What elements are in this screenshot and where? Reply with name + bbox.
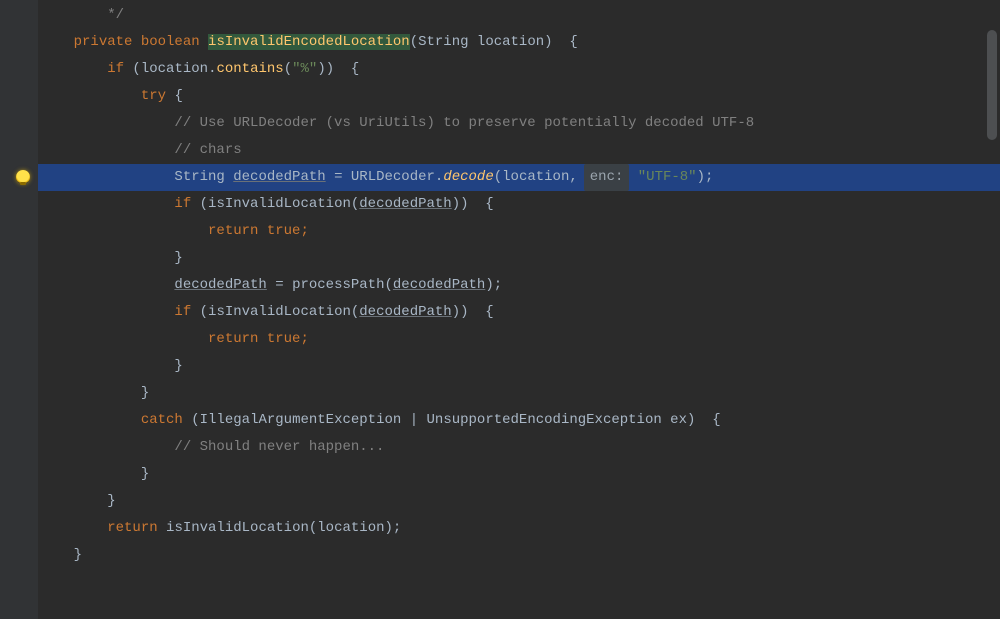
code-editor[interactable]: */ private boolean isInvalidEncodedLocat… <box>0 0 1000 619</box>
editor-gutter <box>0 0 38 619</box>
method-call: decode <box>443 169 493 185</box>
keyword: if <box>107 61 124 77</box>
code-line: if (isInvalidLocation(decodedPath)) { <box>38 191 1000 218</box>
comment-text: // chars <box>174 142 241 158</box>
comment-text: // Use URLDecoder (vs UriUtils) to prese… <box>174 115 754 131</box>
comment-text: // Should never happen... <box>174 439 384 455</box>
operator: = <box>267 277 292 293</box>
keyword: return true <box>208 331 300 347</box>
code-line: return true; <box>38 218 1000 245</box>
brace: } <box>141 385 149 401</box>
identifier: location <box>502 169 569 185</box>
keyword: if <box>174 304 191 320</box>
code-line: catch (IllegalArgumentException | Unsupp… <box>38 407 1000 434</box>
brace: } <box>74 547 82 563</box>
class-name: URLDecoder <box>351 169 435 185</box>
type: String <box>174 169 224 185</box>
keyword: try <box>141 88 166 104</box>
keyword: private <box>74 34 133 50</box>
brace: } <box>141 466 149 482</box>
param-hint: enc: <box>584 164 630 191</box>
string-literal: "UTF-8" <box>629 169 696 185</box>
code-line: } <box>38 380 1000 407</box>
code-line: } <box>38 488 1000 515</box>
code-line: } <box>38 461 1000 488</box>
method-call: isInvalidLocation <box>208 304 351 320</box>
code-line: // Should never happen... <box>38 434 1000 461</box>
method-call: contains <box>216 61 283 77</box>
method-name-highlight: isInvalidEncodedLocation <box>208 34 410 50</box>
keyword: return <box>107 520 157 536</box>
variable: decodedPath <box>174 277 266 293</box>
vertical-scrollbar[interactable] <box>987 0 997 619</box>
comment-text: */ <box>99 7 124 23</box>
lightbulb-icon[interactable] <box>16 170 30 184</box>
variable: decodedPath <box>359 196 451 212</box>
param-hint-label: enc: <box>590 169 624 185</box>
variable: decodedPath <box>359 304 451 320</box>
operator: = <box>326 169 351 185</box>
brace: } <box>174 250 182 266</box>
code-line: if (location.contains("%")) { <box>38 56 1000 83</box>
method-call: processPath <box>292 277 384 293</box>
code-line: private boolean isInvalidEncodedLocation… <box>38 29 1000 56</box>
keyword: catch <box>141 412 183 428</box>
code-line: } <box>38 245 1000 272</box>
identifier: ex <box>670 412 687 428</box>
class-name: UnsupportedEncodingException <box>427 412 662 428</box>
brace: } <box>107 493 115 509</box>
code-line: } <box>38 542 1000 569</box>
scrollbar-thumb[interactable] <box>987 30 997 140</box>
code-line: // Use URLDecoder (vs UriUtils) to prese… <box>38 110 1000 137</box>
identifier: location <box>317 520 384 536</box>
code-line: try { <box>38 83 1000 110</box>
string-literal: "%" <box>292 61 317 77</box>
method-call: isInvalidLocation <box>208 196 351 212</box>
variable: decodedPath <box>393 277 485 293</box>
code-line: // chars <box>38 137 1000 164</box>
class-name: IllegalArgumentException <box>200 412 402 428</box>
code-line: return isInvalidLocation(location); <box>38 515 1000 542</box>
code-line: return true; <box>38 326 1000 353</box>
code-area[interactable]: */ private boolean isInvalidEncodedLocat… <box>38 0 1000 569</box>
identifier: location <box>141 61 208 77</box>
code-line-highlighted: String decodedPath = URLDecoder.decode(l… <box>38 164 1000 191</box>
type: String <box>418 34 468 50</box>
keyword: if <box>174 196 191 212</box>
code-line: if (isInvalidLocation(decodedPath)) { <box>38 299 1000 326</box>
code-line: */ <box>38 2 1000 29</box>
keyword: boolean <box>141 34 200 50</box>
identifier: location <box>477 34 544 50</box>
method-call: isInvalidLocation <box>166 520 309 536</box>
keyword: return true <box>208 223 300 239</box>
brace: } <box>174 358 182 374</box>
variable: decodedPath <box>233 169 325 185</box>
code-line: decodedPath = processPath(decodedPath); <box>38 272 1000 299</box>
code-line: } <box>38 353 1000 380</box>
